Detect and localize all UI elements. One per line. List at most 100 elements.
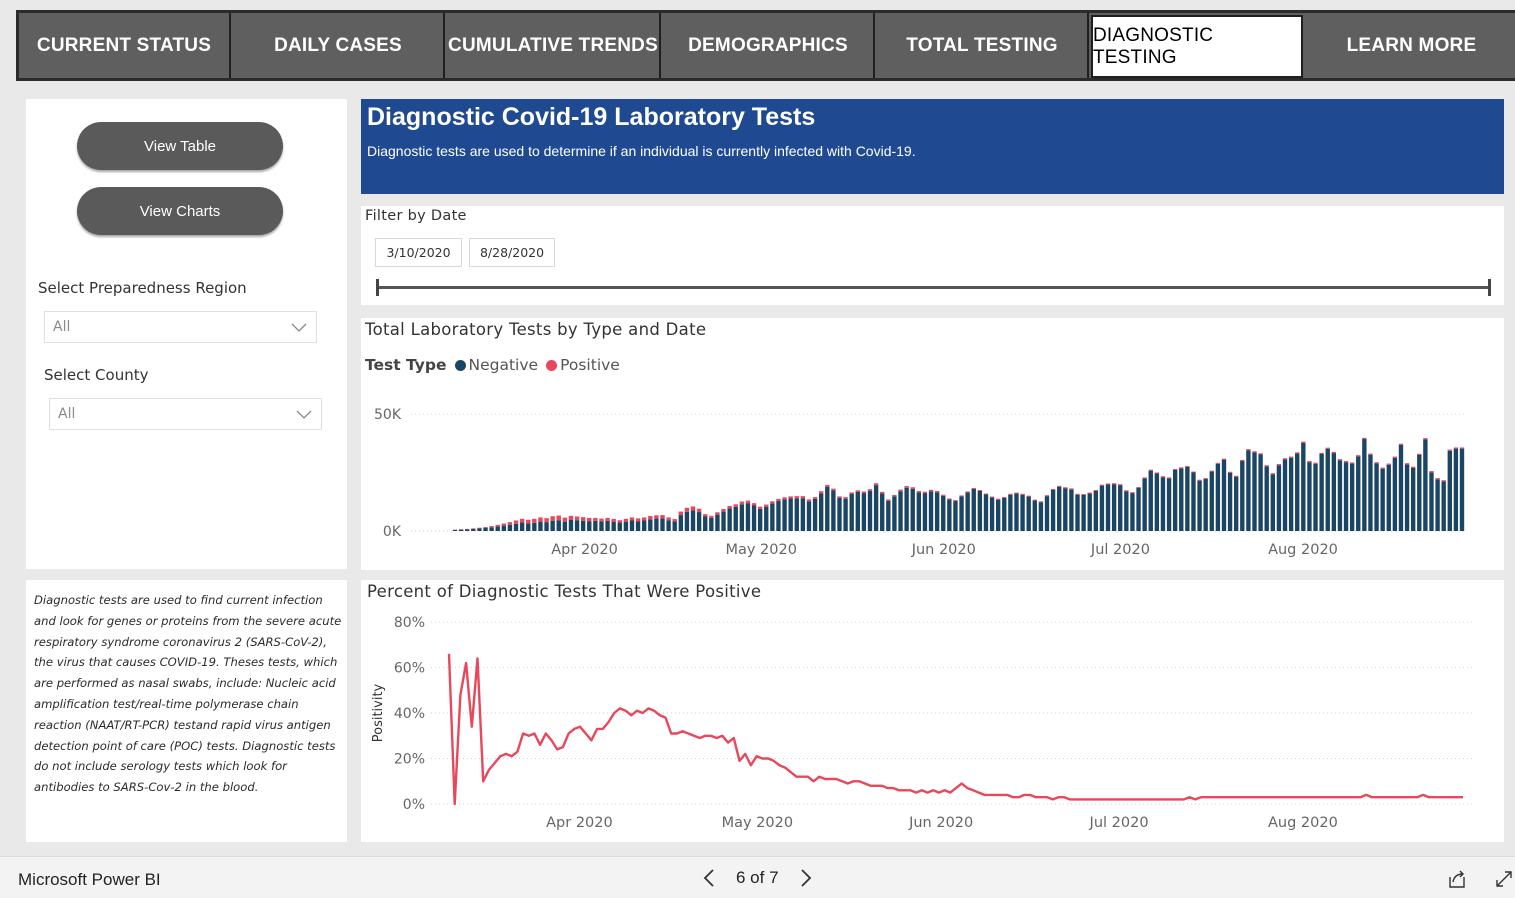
bar-positive[interactable] [1429,471,1434,473]
bar-negative[interactable] [977,490,983,531]
bar-positive[interactable] [599,518,604,522]
bar-positive[interactable] [1172,468,1178,470]
bar-negative[interactable] [1203,479,1208,531]
bar-negative[interactable] [1404,464,1410,531]
bar-positive[interactable] [513,520,519,524]
bar-negative[interactable] [660,518,665,531]
bar-negative[interactable] [983,494,989,531]
bar-negative[interactable] [483,527,488,531]
bar-positive[interactable] [1050,488,1056,490]
bar-negative[interactable] [1118,485,1123,531]
bar-negative[interactable] [770,503,775,531]
bar-negative[interactable] [1319,454,1324,531]
bar-negative[interactable] [489,527,494,531]
bar-positive[interactable] [1325,447,1330,449]
bar-positive[interactable] [593,517,598,521]
bar-positive[interactable] [941,494,946,496]
bar-positive[interactable] [825,484,830,488]
view-table-button[interactable]: View Table [77,122,283,170]
bar-positive[interactable] [489,526,494,528]
bar-positive[interactable] [1319,452,1324,455]
bar-negative[interactable] [1032,500,1037,531]
bar-positive[interactable] [532,518,537,523]
bar-positive[interactable] [1209,470,1214,472]
bar-positive[interactable] [1142,477,1147,479]
bar-positive[interactable] [1197,479,1202,481]
bar-positive[interactable] [1234,475,1239,477]
bar-negative[interactable] [1111,484,1117,531]
bar-negative[interactable] [1331,453,1337,531]
bar-negative[interactable] [1392,457,1398,531]
bar-positive[interactable] [1002,497,1007,499]
fullscreen-icon[interactable] [1493,868,1513,890]
bar-positive[interactable] [953,500,958,502]
bar-positive[interactable] [1356,455,1361,457]
bar-negative[interactable] [1441,481,1446,531]
bar-positive[interactable] [1063,487,1068,489]
bar-positive[interactable] [501,523,507,526]
bar-positive[interactable] [587,517,592,522]
bar-positive[interactable] [745,500,751,504]
bar-positive[interactable] [751,503,757,506]
bar-negative[interactable] [1301,442,1306,531]
bar-positive[interactable] [1331,451,1337,454]
bar-negative[interactable] [873,485,879,531]
bar-positive[interactable] [623,518,629,522]
bar-negative[interactable] [507,524,513,531]
bar-negative[interactable] [1362,439,1367,531]
bar-negative[interactable] [599,521,604,531]
bar-negative[interactable] [745,503,751,531]
bar-negative[interactable] [1209,471,1214,531]
bar-positive[interactable] [989,496,995,498]
bar-negative[interactable] [513,523,519,531]
bar-positive[interactable] [617,520,622,523]
bar-positive[interactable] [733,504,738,507]
bar-positive[interactable] [1392,456,1398,458]
bar-positive[interactable] [660,515,665,519]
bar-positive[interactable] [843,497,848,499]
bar-negative[interactable] [812,498,818,531]
bar-negative[interactable] [1410,467,1416,531]
bar-negative[interactable] [1160,477,1166,531]
bar-positive[interactable] [1203,478,1208,480]
bar-positive[interactable] [1435,478,1440,480]
bar-negative[interactable] [587,521,592,531]
bar-positive[interactable] [1313,462,1318,464]
bar-negative[interactable] [471,528,476,531]
bar-negative[interactable] [1264,466,1269,531]
footer-brand[interactable]: Microsoft Power BI [18,870,161,890]
bar-positive[interactable] [837,496,842,499]
bar-positive[interactable] [1154,472,1160,474]
bar-positive[interactable] [684,507,690,512]
bar-positive[interactable] [1044,495,1050,497]
bar-positive[interactable] [1404,463,1410,465]
bar-negative[interactable] [849,494,854,531]
region-dropdown[interactable]: All [44,311,317,343]
bar-positive[interactable] [580,517,586,521]
bar-positive[interactable] [861,491,867,494]
bar-negative[interactable] [611,521,616,531]
bar-positive[interactable] [806,499,812,502]
bar-positive[interactable] [1215,462,1221,464]
bar-positive[interactable] [977,490,983,491]
bar-positive[interactable] [1160,476,1166,478]
bar-positive[interactable] [709,515,714,518]
bar-positive[interactable] [1136,487,1141,488]
tab-current-status[interactable]: CURRENT STATUS [19,13,231,78]
share-icon[interactable] [1446,868,1468,890]
bar-negative[interactable] [1459,448,1465,531]
bar-positive[interactable] [831,488,836,491]
tab-daily-cases[interactable]: DAILY CASES [233,13,445,78]
bar-negative[interactable] [629,520,635,531]
bar-positive[interactable] [849,492,854,495]
bar-negative[interactable] [1307,462,1312,531]
bar-positive[interactable] [1093,490,1099,491]
bar-negative[interactable] [458,529,464,531]
chevron-right-icon[interactable] [793,865,819,891]
bar-negative[interactable] [1069,489,1074,531]
date-slider-start-handle[interactable] [376,279,379,296]
bar-negative[interactable] [1038,502,1044,531]
bar-negative[interactable] [855,491,860,531]
bar-negative[interactable] [709,517,714,531]
bar-negative[interactable] [861,493,867,531]
